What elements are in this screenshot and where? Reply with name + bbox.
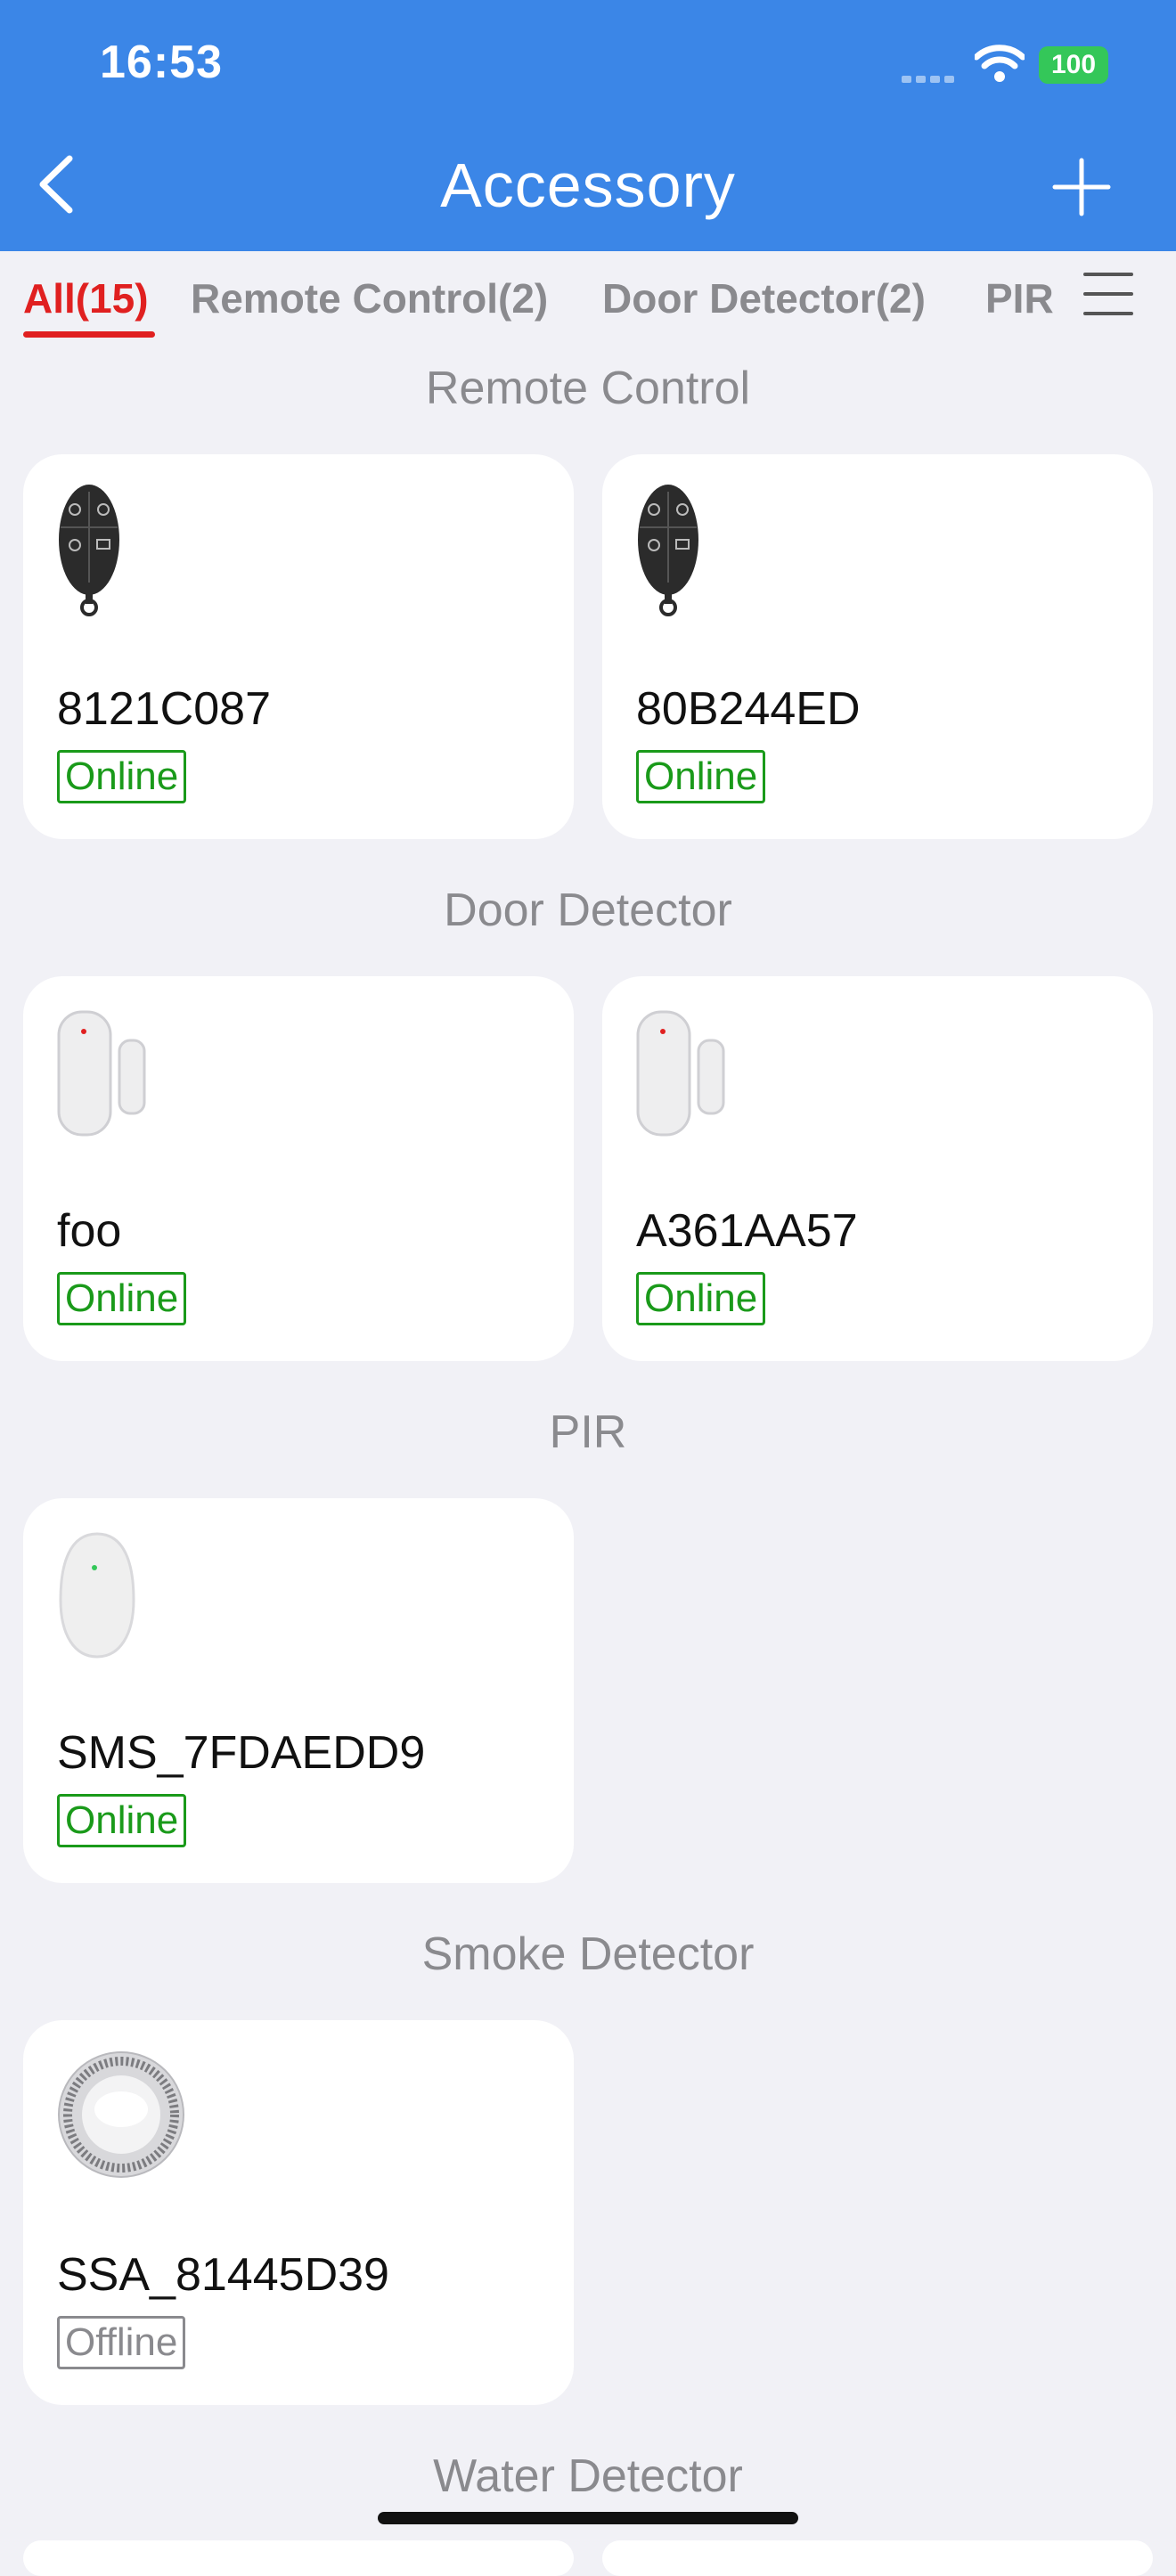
device-card[interactable] [602,2540,1153,2576]
section-title-smoke-detector: Smoke Detector [421,1928,755,1980]
device-name: A361AA57 [636,1205,858,1257]
tab-pir[interactable]: PIR [985,274,1054,322]
tab-all[interactable]: All(15) [23,274,149,322]
menu-icon[interactable] [1083,273,1133,319]
battery-indicator: 100 [1039,46,1108,84]
remote-control-icon [59,485,119,616]
status-time: 16:53 [100,37,223,88]
device-name: foo [57,1205,122,1257]
section-title-water-detector: Water Detector [433,2450,743,2502]
device-name: 80B244ED [636,683,861,735]
device-card[interactable] [23,2540,574,2576]
device-name: 8121C087 [57,683,271,735]
device-card[interactable]: SSA_81445D39 Offline [23,2020,574,2405]
pir-sensor-icon [59,1532,135,1659]
device-card[interactable]: SMS_7FDAEDD9 Online [23,1498,574,1883]
header: 16:53 100 Accessory [0,0,1176,251]
smoke-detector-icon [58,2051,184,2178]
section-title-door-detector: Door Detector [444,884,732,936]
cellular-signal-icon [902,71,960,83]
section-title-remote-control: Remote Control [425,363,751,414]
device-name: SSA_81445D39 [57,2249,389,2301]
device-card[interactable]: foo Online [23,976,574,1361]
status-badge: Offline [57,2316,186,2369]
home-indicator[interactable] [378,2512,798,2524]
device-card[interactable]: 80B244ED Online [602,454,1153,839]
device-name: SMS_7FDAEDD9 [57,1727,426,1779]
door-sensor-icon [636,1010,725,1137]
wifi-icon [975,45,1025,82]
tab-door-detector[interactable]: Door Detector(2) [602,274,926,322]
status-badge: Online [57,750,187,803]
remote-control-icon [638,485,698,616]
page-title: Accessory [440,151,736,220]
section-title-pir: PIR [549,1406,627,1458]
door-sensor-icon [57,1010,146,1137]
category-tabs: All(15) Remote Control(2) Door Detector(… [0,251,1176,347]
add-icon[interactable] [1051,157,1112,217]
tab-remote-control[interactable]: Remote Control(2) [191,274,548,322]
status-badge: Online [57,1794,187,1847]
status-badge: Online [636,1272,766,1325]
device-card[interactable]: 8121C087 Online [23,454,574,839]
tab-active-underline [23,331,155,338]
status-badge: Online [636,750,766,803]
device-card[interactable]: A361AA57 Online [602,976,1153,1361]
status-badge: Online [57,1272,187,1325]
